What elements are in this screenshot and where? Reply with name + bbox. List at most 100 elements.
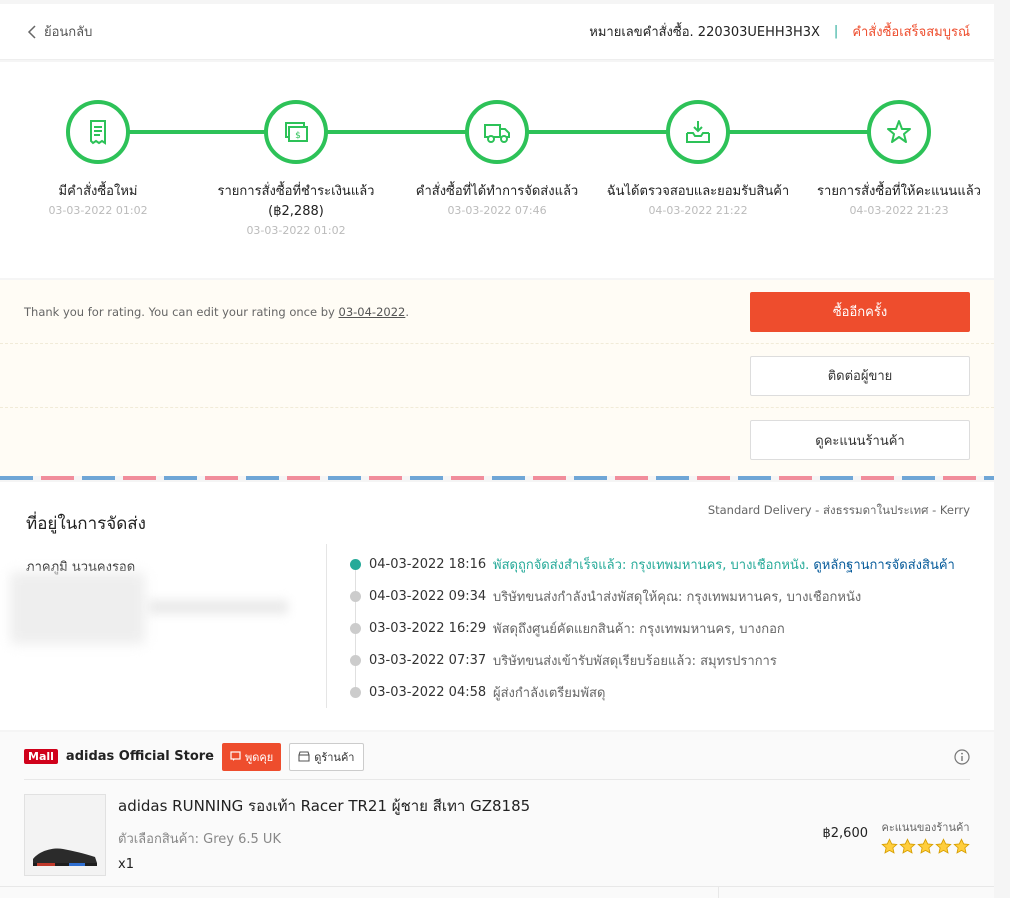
phone-redacted (148, 600, 288, 614)
star-filled-icon (881, 838, 898, 854)
tracking-event: 04-03-2022 09:34 บริษัทขนส่งกำลังนำส่งพั… (350, 586, 861, 606)
view-shop-rating-button[interactable]: ดูคะแนนร้านค้า (750, 420, 970, 460)
product-thumbnail[interactable] (24, 794, 106, 876)
order-detail-page: ย้อนกลับ หมายเลขคำสั่งซื้อ. 220303UEHH3H… (0, 0, 1010, 898)
buy-again-button[interactable]: ซื้ออีกครั้ง (750, 291, 970, 332)
info-icon[interactable] (954, 748, 970, 765)
tracking-event: 03-03-2022 16:29 พัสดุถึงศูนย์คัดแยกสินค… (350, 618, 785, 638)
delivery-info: Standard Delivery - ส่งธรรมดาในประเทศ - … (708, 502, 970, 518)
address-divider (326, 544, 327, 708)
order-info: หมายเลขคำสั่งซื้อ. 220303UEHH3H3X | คำสั… (589, 21, 970, 42)
timeline-dot (350, 622, 361, 634)
timeline-dot (350, 558, 361, 570)
event-description: พัสดุถึงศูนย์คัดแยกสินค้า: กรุงเทพมหานคร… (493, 621, 785, 637)
tracking-event: 03-03-2022 07:37 บริษัทขนส่งเข้ารับพัสดุ… (350, 650, 777, 670)
store-header: Mall adidas Official Store พูดคุย ดูร้าน… (24, 742, 970, 780)
timeline-dot (350, 686, 361, 698)
order-actions: Thank you for rating. You can edit your … (0, 280, 994, 476)
event-description: พัสดุถูกจัดส่งสำเร็จแล้ว: กรุงเทพมหานคร,… (493, 557, 810, 573)
step-time: 03-03-2022 01:02 (48, 204, 148, 217)
chat-icon (230, 751, 241, 761)
rating-deadline: 03-04-2022 (338, 304, 406, 319)
event-description: ผู้ส่งกำลังเตรียมพัสดุ (493, 685, 606, 701)
product-variation: ตัวเลือกสินค้า: Grey 6.5 UK (118, 832, 281, 847)
address-title: ที่อยู่ในการจัดส่ง (26, 514, 146, 534)
action-row-buy-again: Thank you for rating. You can edit your … (0, 280, 994, 344)
rating-notice: Thank you for rating. You can edit your … (24, 305, 409, 319)
chat-label: พูดคุย (245, 750, 274, 764)
truck-icon (484, 124, 510, 143)
back-button[interactable]: ย้อนกลับ (26, 21, 92, 42)
star-filled-icon (953, 838, 970, 854)
timeline-dot (350, 654, 361, 666)
step-time: 03-03-2022 01:02 (246, 224, 346, 237)
bottom-divider (0, 886, 994, 887)
star-icon (887, 120, 911, 143)
order-number: หมายเลขคำสั่งซื้อ. 220303UEHH3H3X (589, 25, 820, 40)
step-time: 04-03-2022 21:22 (648, 204, 748, 217)
store-section: Mall adidas Official Store พูดคุย ดูร้าน… (0, 732, 994, 898)
event-time: 04-03-2022 18:16 (369, 556, 487, 572)
step-label: รายการสั่งซื้อที่ชำระเงินแล้ว (฿2,288) (217, 184, 375, 219)
product-item[interactable]: adidas RUNNING รองเท้า Racer TR21 ผู้ชาย… (24, 794, 970, 876)
store-name[interactable]: adidas Official Store (66, 749, 214, 764)
step-circle (465, 100, 529, 164)
timeline-dot (350, 590, 361, 602)
event-time: 03-03-2022 07:37 (369, 652, 487, 668)
event-time: 03-03-2022 16:29 (369, 620, 487, 636)
event-time: 04-03-2022 09:34 (369, 588, 487, 604)
rating-stars (881, 838, 970, 855)
rating-label: คะแนนของร้านค้า (881, 821, 970, 834)
step-label: คำสั่งซื้อที่ได้ทำการจัดส่งแล้ว (415, 184, 579, 199)
order-header: ย้อนกลับ หมายเลขคำสั่งซื้อ. 220303UEHH3H… (0, 4, 994, 60)
step-time: 03-03-2022 07:46 (447, 204, 547, 217)
header-separator: | (833, 24, 839, 39)
mall-badge: Mall (24, 749, 58, 764)
star-filled-icon (935, 838, 952, 854)
view-shop-button[interactable]: ดูร้านค้า (289, 742, 364, 771)
event-time: 03-03-2022 04:58 (369, 684, 487, 700)
step-label: มีคำสั่งซื้อใหม่ (58, 184, 138, 199)
step-paid: $ รายการสั่งซื้อที่ชำระเงินแล้ว (฿2,288)… (196, 100, 396, 237)
step-received: ฉันได้ตรวจสอบและยอมรับสินค้า 04-03-2022 … (598, 100, 798, 217)
order-progress-tracker: มีคำสั่งซื้อใหม่ 03-03-2022 01:02 $ รายก… (0, 62, 994, 278)
product-price: ฿2,600 (822, 826, 869, 841)
proof-of-delivery-link[interactable]: ดูหลักฐานการจัดส่งสินค้า (813, 554, 955, 575)
shop-label: ดูร้านค้า (314, 750, 355, 764)
shop-icon (298, 751, 310, 762)
inbox-download-icon (686, 121, 710, 143)
product-quantity: x1 (118, 857, 134, 872)
step-order-placed: มีคำสั่งซื้อใหม่ 03-03-2022 01:02 (0, 100, 198, 217)
delivery-method: Standard Delivery - ส่งธรรมดาในประเทศ - … (707, 503, 970, 517)
chat-button[interactable]: พูดคุย (222, 742, 282, 771)
shoe-image (33, 848, 97, 866)
bottom-divider-vertical (718, 886, 719, 898)
shipping-address-section: ที่อยู่ในการจัดส่ง Standard Delivery - ส… (0, 482, 994, 730)
shop-rating: คะแนนของร้านค้า (881, 818, 970, 855)
order-status: คำสั่งซื้อเสร็จสมบูรณ์ (852, 25, 970, 40)
step-circle (666, 100, 730, 164)
step-circle: $ (264, 100, 328, 164)
chevron-left-icon (27, 24, 36, 39)
rating-notice-text: Thank you for rating. You can edit your … (24, 304, 339, 319)
event-description: บริษัทขนส่งเข้ารับพัสดุเรียบร้อยแล้ว: สม… (493, 653, 777, 669)
step-label: รายการสั่งซื้อที่ให้คะแนนแล้ว (817, 184, 981, 199)
star-filled-icon (917, 838, 934, 854)
event-description: บริษัทขนส่งกำลังนำส่งพัสดุให้คุณ: กรุงเท… (493, 589, 862, 605)
rating-notice-end: . (405, 304, 409, 319)
step-circle (66, 100, 130, 164)
action-row-contact: ติดต่อผู้ขาย (0, 344, 994, 408)
svg-text:$: $ (295, 131, 301, 141)
step-circle (867, 100, 931, 164)
step-time: 04-03-2022 21:23 (849, 204, 949, 217)
action-row-shop-rating: ดูคะแนนร้านค้า (0, 408, 994, 472)
address-redacted (10, 572, 145, 644)
contact-seller-button[interactable]: ติดต่อผู้ขาย (750, 355, 970, 396)
step-shipped: คำสั่งซื้อที่ได้ทำการจัดส่งแล้ว 03-03-20… (397, 100, 597, 217)
step-rated: รายการสั่งซื้อที่ให้คะแนนแล้ว 04-03-2022… (799, 100, 999, 217)
product-title[interactable]: adidas RUNNING รองเท้า Racer TR21 ผู้ชาย… (118, 794, 530, 818)
step-label: ฉันได้ตรวจสอบและยอมรับสินค้า (606, 184, 790, 199)
tracking-event: 03-03-2022 04:58 ผู้ส่งกำลังเตรียมพัสดุ (350, 682, 605, 702)
tracking-event: 04-03-2022 18:16 พัสดุถูกจัดส่งสำเร็จแล้… (350, 554, 955, 574)
back-label: ย้อนกลับ (44, 25, 93, 40)
